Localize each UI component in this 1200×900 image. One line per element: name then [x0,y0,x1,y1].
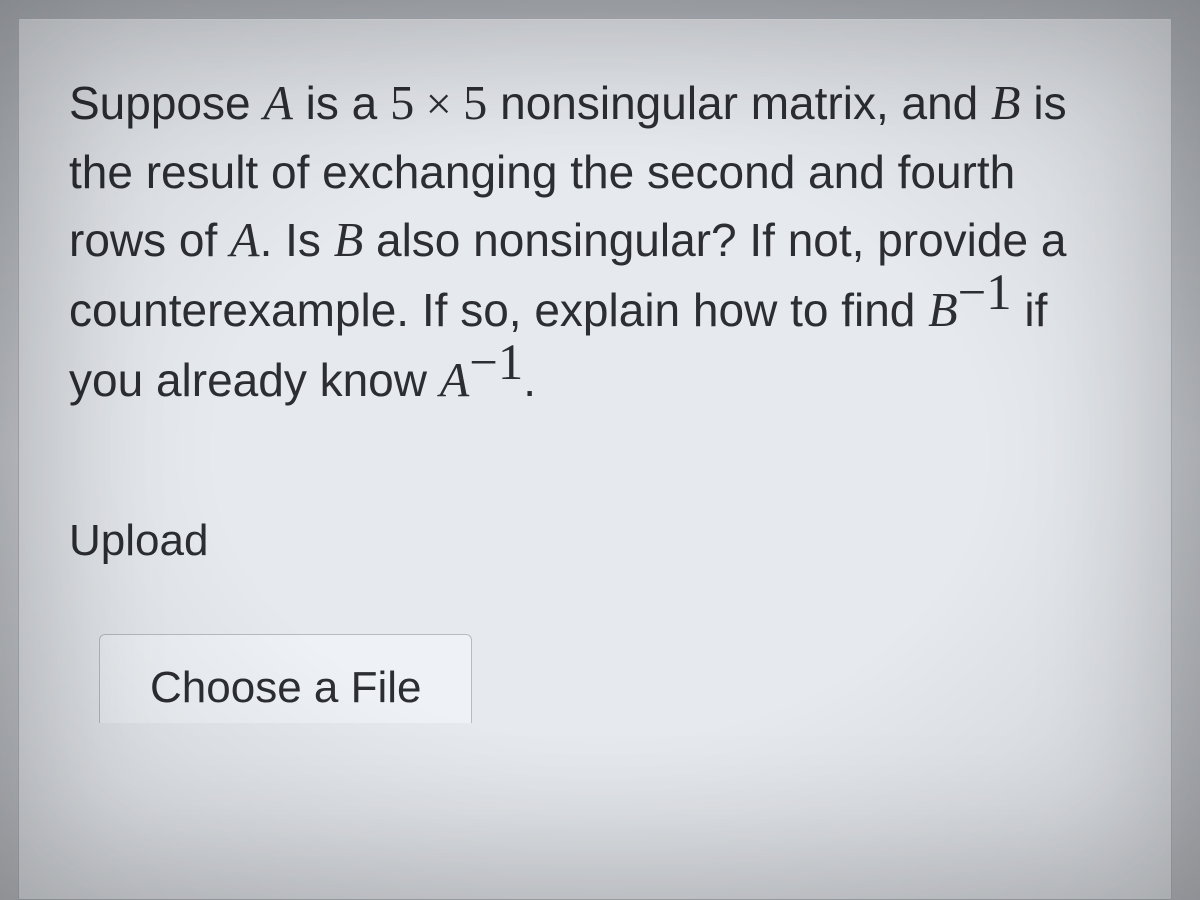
math-num: 5 [390,77,414,130]
text-fragment: Suppose [69,77,263,129]
choose-file-button[interactable]: Choose a File [99,634,472,723]
question-card: Suppose A is a 5 × 5 nonsingular matrix,… [18,18,1172,900]
upload-label: Upload [69,516,1113,566]
text-fragment: is a [293,77,390,129]
math-var-A: A [263,77,293,130]
text-fragment: . Is [260,214,334,266]
math-var-A-inv: A−1 [440,354,523,407]
math-var-B-inv: B−1 [928,284,1011,337]
text-fragment: . [523,354,536,406]
math-var-B: B [991,77,1021,130]
times-symbol: × [414,78,463,129]
math-var-A: A [230,214,260,267]
math-var-B: B [334,214,364,267]
math-num: 5 [463,77,487,130]
text-fragment: nonsingular matrix, and [487,77,991,129]
question-text: Suppose A is a 5 × 5 nonsingular matrix,… [69,69,1113,416]
